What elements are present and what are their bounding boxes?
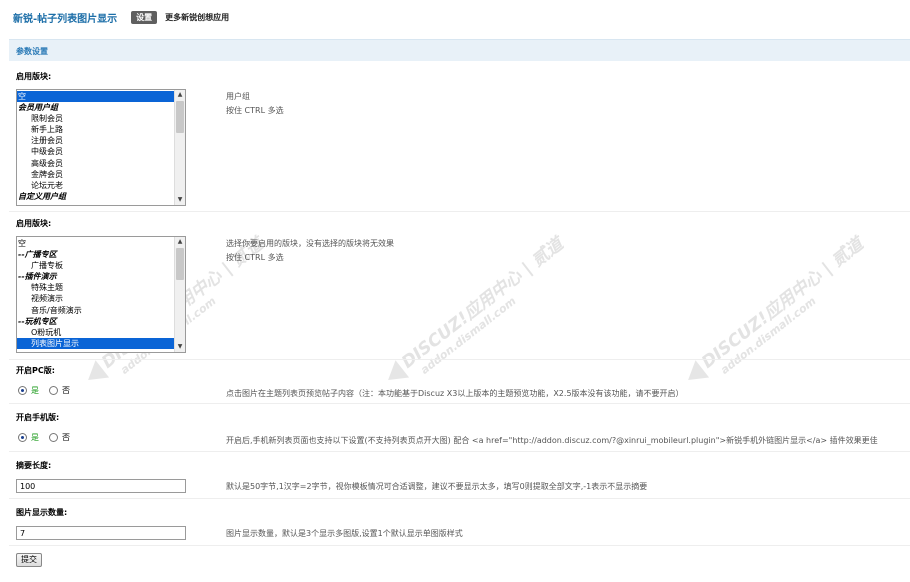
watermark-line1: DISCUZ!应用中心 | 贰道 (398, 234, 568, 373)
divider (9, 498, 910, 499)
select-option[interactable]: 视频演示 (17, 293, 174, 304)
scroll-down-icon[interactable]: ▼ (175, 342, 185, 352)
forums-desc1: 选择你要启用的版块，没有选择的版块将无效果 (226, 239, 394, 248)
usergroups-desc1: 用户组 (226, 92, 250, 101)
imgcount-label: 图片显示数量: (16, 508, 68, 517)
select-option[interactable]: 金牌会员 (17, 169, 174, 180)
more-apps-link[interactable]: 更多新锐创想应用 (165, 12, 229, 23)
submit-button[interactable]: 提交 (16, 553, 42, 567)
divider (9, 403, 910, 404)
scroll-thumb[interactable] (176, 248, 184, 280)
select-option[interactable]: 会员用户组 (17, 102, 174, 113)
pc-no-radio[interactable] (49, 386, 58, 395)
divider (9, 211, 910, 212)
divider (9, 545, 910, 546)
settings-tab[interactable]: 设置 (131, 10, 158, 24)
usergroups-options: 空会员用户组 限制会员 新手上路 注册会员 中级会员 高级会员 金牌会员 论坛元老 自定义用户组 (17, 90, 174, 205)
scroll-up-icon[interactable]: ▲ (175, 90, 185, 100)
select-option[interactable]: 特殊主题 (17, 282, 174, 293)
plugin-title: 新锐-帖子列表图片显示 (13, 13, 118, 25)
pc-label: 开启PC版: (16, 366, 55, 375)
summary-label: 摘要长度: (16, 461, 52, 470)
usergroups-label: 启用版块: (16, 72, 52, 81)
divider (9, 359, 910, 360)
mobile-yes-label[interactable]: 是 (31, 432, 39, 443)
watermark-line2: addon.dismall.com (718, 294, 819, 377)
pc-desc: 点击图片在主题列表页预览帖子内容（注：本功能基于Discuz X3以上版本的主题… (226, 389, 684, 398)
watermark: DISCUZ!应用中心 | 贰道 addon.dismall.com (681, 230, 875, 389)
forums-desc2: 按住 CTRL 多选 (226, 253, 284, 262)
pc-radio-group: 是 否 (18, 385, 80, 396)
select-option[interactable]: 中级会员 (17, 146, 174, 157)
forums-options: 空 --广播专区 广播专板 --插件演示 特殊主题 视频演示 音乐/音频演示 --玩机专区 O粉… (17, 237, 174, 352)
select-option[interactable]: 列表图片显示 (17, 337, 174, 349)
select-option[interactable]: --玩机专区 (17, 316, 174, 327)
image-count-input[interactable] (16, 526, 186, 540)
divider (9, 451, 910, 452)
select-option[interactable]: --广播专区 (17, 249, 174, 260)
forums-scrollbar[interactable]: ▲ ▼ (174, 237, 185, 352)
select-option[interactable]: 论坛元老 (17, 180, 174, 191)
select-option[interactable]: --插件演示 (17, 271, 174, 282)
usergroups-desc2: 按住 CTRL 多选 (226, 106, 284, 115)
usergroups-select[interactable]: 空会员用户组 限制会员 新手上路 注册会员 中级会员 高级会员 金牌会员 论坛元老 自定义用户组… (16, 89, 186, 206)
watermark-logo-icon (81, 360, 110, 389)
mobile-label: 开启手机版: (16, 413, 60, 422)
watermark-logo-icon (381, 360, 410, 389)
select-option[interactable]: O粉玩机 (17, 327, 174, 338)
pc-yes-radio[interactable] (18, 386, 27, 395)
scroll-up-icon[interactable]: ▲ (175, 237, 185, 247)
watermark: DISCUZ!应用中心 | 贰道 addon.dismall.com (381, 230, 575, 389)
select-option[interactable]: 注册会员 (17, 135, 174, 146)
mobile-yes-radio[interactable] (18, 433, 27, 442)
header: 新锐-帖子列表图片显示 设置 更多新锐创想应用 (13, 8, 229, 26)
section-header: 参数设置 (9, 39, 910, 61)
mobile-no-radio[interactable] (49, 433, 58, 442)
select-option[interactable]: 新手上路 (17, 124, 174, 135)
select-option[interactable]: 广播专板 (17, 260, 174, 271)
select-option[interactable]: 空 (17, 238, 174, 249)
summary-length-input[interactable] (16, 479, 186, 493)
usergroups-scrollbar[interactable]: ▲ ▼ (174, 90, 185, 205)
select-option[interactable]: 自定义用户组 (17, 191, 174, 202)
watermark-line2: addon.dismall.com (418, 294, 519, 377)
summary-desc: 默认是50字节,1汉字=2字节，视你模板情况可合适调整，建议不要显示太多，填写0… (226, 482, 648, 491)
select-option[interactable]: 限制会员 (17, 113, 174, 124)
mobile-desc: 开启后,手机新列表页面也支持以下设置(不支持列表页点开大图) 配合 <a hre… (226, 436, 878, 445)
forums-select[interactable]: 空 --广播专区 广播专板 --插件演示 特殊主题 视频演示 音乐/音频演示 --玩机专区 O粉… (16, 236, 186, 353)
watermark-logo-icon (681, 360, 710, 389)
section-title: 参数设置 (16, 47, 48, 56)
imgcount-desc: 图片显示数量，默认是3个显示多图版,设置1个默认显示单图版样式 (226, 529, 463, 538)
scroll-thumb[interactable] (176, 101, 184, 133)
select-option[interactable]: 空 (17, 91, 174, 103)
forums-label: 启用版块: (16, 219, 52, 228)
pc-no-label[interactable]: 否 (62, 385, 70, 396)
watermark-line1: DISCUZ!应用中心 | 贰道 (698, 234, 868, 373)
mobile-radio-group: 是 否 (18, 432, 80, 443)
select-option[interactable]: 高级会员 (17, 158, 174, 169)
mobile-no-label[interactable]: 否 (62, 432, 70, 443)
select-option[interactable]: 音乐/音频演示 (17, 305, 174, 316)
scroll-down-icon[interactable]: ▼ (175, 195, 185, 205)
pc-yes-label[interactable]: 是 (31, 385, 39, 396)
